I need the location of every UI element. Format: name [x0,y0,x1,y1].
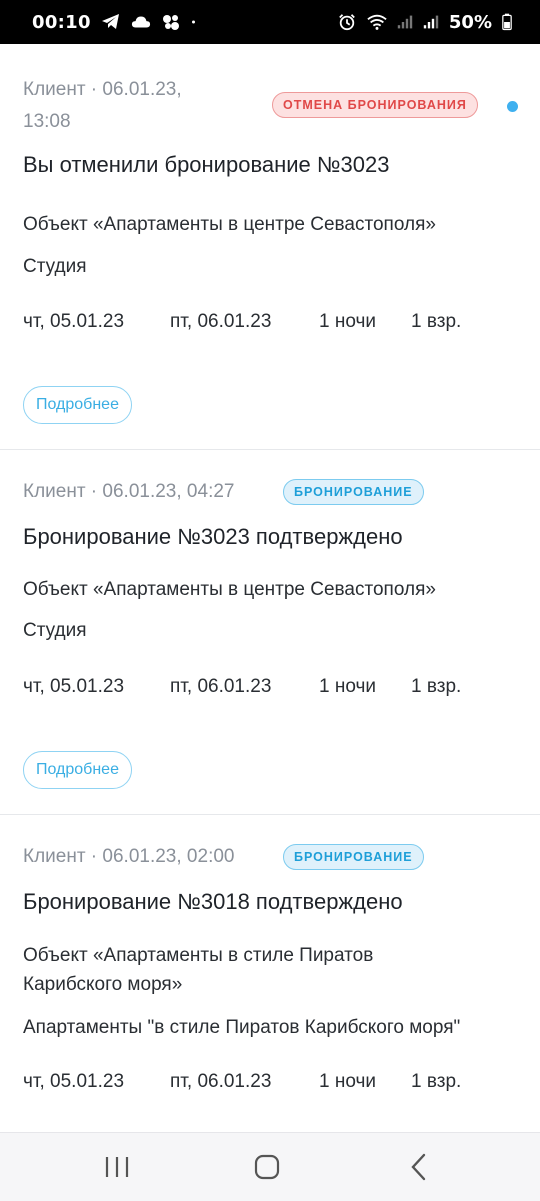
details-button[interactable]: Подробнее [23,386,132,424]
status-bar: 00:10 50% [0,0,540,44]
navigation-bar [0,1132,540,1201]
home-icon[interactable] [247,1147,287,1187]
guests-count: 1 взр. [411,676,462,697]
notification-meta: Клиент · 06.01.23, 02:00 [23,846,235,867]
property-name: Объект «Апартаменты в центре Севастополя… [23,579,436,600]
check-out-date: пт, 06.01.23 [170,1071,272,1092]
booking-details: чт, 05.01.23 пт, 06.01.23 1 ночи 1 взр. [23,1071,503,1095]
room-type: Апартаменты "в стиле Пиратов Карибского … [23,1017,461,1038]
guests-count: 1 взр. [411,311,462,332]
booking-details: чт, 05.01.23 пт, 06.01.23 1 ночи 1 взр. [23,676,503,700]
booking-details: чт, 05.01.23 пт, 06.01.23 1 ночи 1 взр. [23,311,503,335]
battery-icon [502,13,512,31]
status-time: 00:10 [32,11,91,33]
notification-meta: Клиент · 06.01.23, 04:27 [23,481,235,502]
room-type: Студия [23,620,87,641]
guests-count: 1 взр. [411,1071,462,1092]
notification-title: Вы отменили бронирование №3023 [23,152,390,177]
nights-count: 1 ночи [319,676,376,697]
telegram-icon [101,14,119,29]
wifi-icon [367,14,387,30]
property-name: Объект «Апартаменты в центре Севастополя… [23,214,436,235]
status-badge: ОТМЕНА БРОНИРОВАНИЯ [272,92,478,118]
notification-title: Бронирование №3018 подтверждено [23,889,403,914]
notification-meta: Клиент · 06.01.23, 13:08 [23,79,182,132]
nights-count: 1 ночи [319,1071,376,1092]
battery-level: 50% [448,11,492,33]
cloud-icon [131,16,150,28]
dot-icon [191,20,195,24]
alarm-icon [339,14,355,31]
details-button[interactable]: Подробнее [23,751,132,789]
signal-icon [397,15,413,29]
nights-count: 1 ночи [319,311,376,332]
status-badge: БРОНИРОВАНИЕ [283,844,424,870]
notification-title: Бронирование №3023 подтверждено [23,524,403,549]
app-icon [162,15,179,30]
back-icon[interactable] [400,1147,440,1187]
check-out-date: пт, 06.01.23 [170,676,272,697]
status-badge: БРОНИРОВАНИЕ [283,479,424,505]
check-in-date: чт, 05.01.23 [23,676,125,697]
notification-card[interactable]: Клиент · 06.01.23, 13:08 ОТМЕНА БРОНИРОВ… [0,44,540,450]
signal-icon [423,15,439,29]
notification-card[interactable]: Клиент · 06.01.23, 02:00 БРОНИРОВАНИЕ Бр… [0,815,540,1132]
room-type: Студия [23,256,87,277]
check-in-date: чт, 05.01.23 [23,1071,125,1092]
check-out-date: пт, 06.01.23 [170,311,272,332]
recent-apps-icon[interactable] [97,1147,137,1187]
notification-card[interactable]: Клиент · 06.01.23, 04:27 БРОНИРОВАНИЕ Бр… [0,450,540,815]
property-name: Объект «Апартаменты в стиле Пиратов Кари… [23,945,374,995]
unread-indicator [507,101,518,112]
check-in-date: чт, 05.01.23 [23,311,125,332]
notification-list: Клиент · 06.01.23, 13:08 ОТМЕНА БРОНИРОВ… [0,44,540,1132]
